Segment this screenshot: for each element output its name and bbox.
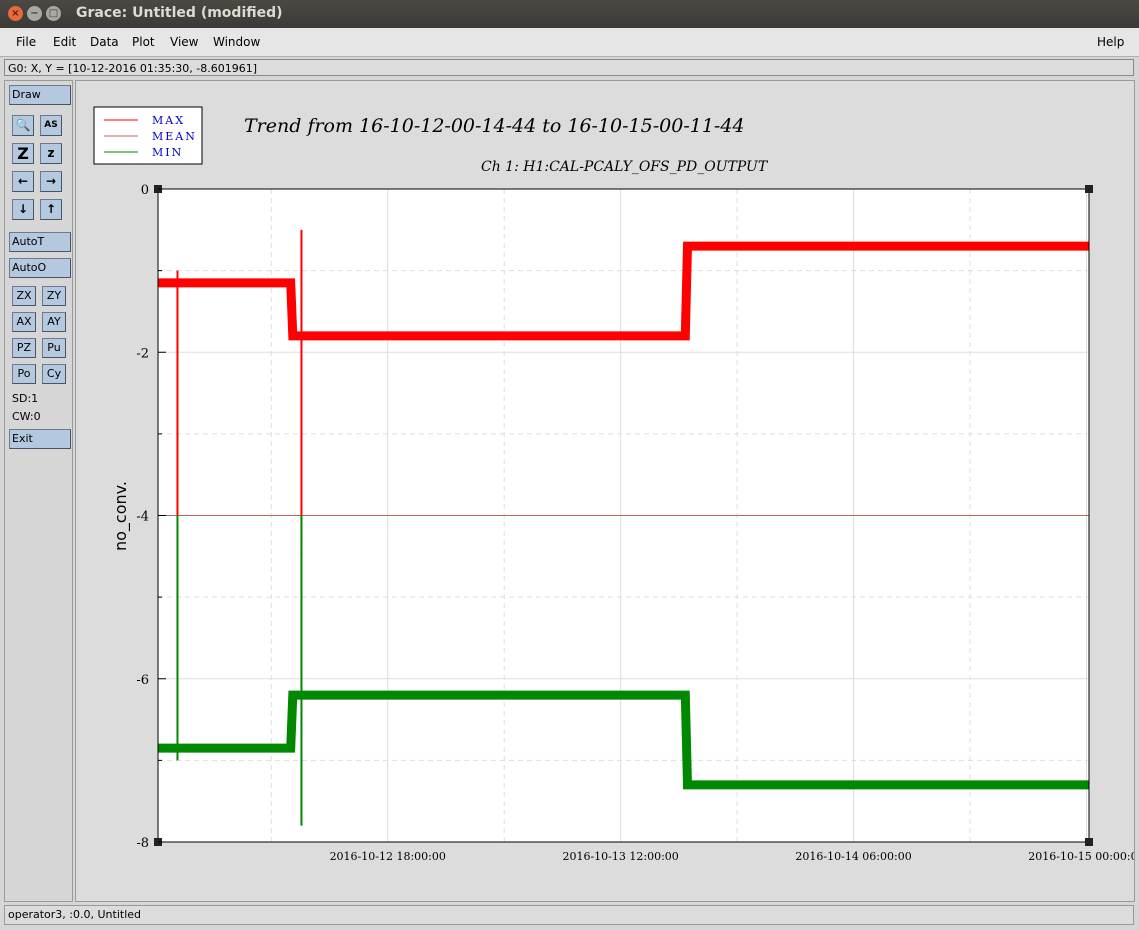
legend-label-min: MIN xyxy=(152,146,183,159)
zoom-out-icon[interactable]: z xyxy=(40,143,62,164)
autoscale-icon[interactable]: AS xyxy=(40,115,62,136)
autoo-button[interactable]: AutoO xyxy=(9,258,71,278)
ax-button[interactable]: AX xyxy=(12,312,36,332)
legend-label-max: MAX xyxy=(152,114,185,127)
menu-data[interactable]: Data xyxy=(90,35,119,49)
status-bar: operator3, :0.0, Untitled xyxy=(4,905,1134,925)
legend-label-mean: MEAN xyxy=(152,130,197,143)
zy-button[interactable]: ZY xyxy=(42,286,66,306)
autot-button[interactable]: AutoT xyxy=(9,232,71,252)
menu-view[interactable]: View xyxy=(170,35,198,49)
chart-subtitle: Ch 1: H1:CAL-PCALY_OFS_PD_OUTPUT xyxy=(481,159,769,175)
toolbox: Draw 🔍 AS Z z ← → ↓ ↑ AutoT AutoO ZX ZY … xyxy=(4,80,73,902)
menu-edit[interactable]: Edit xyxy=(53,35,76,49)
maximize-icon[interactable]: □ xyxy=(46,6,61,21)
y-tick-label: -6 xyxy=(136,673,149,688)
ay-button[interactable]: AY xyxy=(42,312,66,332)
arrow-down-icon[interactable]: ↓ xyxy=(12,199,34,220)
exit-button[interactable]: Exit xyxy=(9,429,71,449)
sd-label: SD:1 xyxy=(12,392,39,405)
x-axis-ticks: 2016-10-12 18:00:00 2016-10-13 12:00:00 20… xyxy=(330,850,1134,863)
corner-handle[interactable] xyxy=(1085,838,1093,846)
x-tick-label: 2016-10-12 18:00:00 xyxy=(330,850,446,863)
menu-window[interactable]: Window xyxy=(213,35,260,49)
y-tick-label: -2 xyxy=(136,346,149,361)
cy-button[interactable]: Cy xyxy=(42,364,66,384)
zoom-icon[interactable]: 🔍 xyxy=(12,115,34,136)
draw-button[interactable]: Draw xyxy=(9,85,71,105)
plot-canvas[interactable]: 0 -2 -4 -6 -8 2016-10-12 18:00:00 2016-10-13 … xyxy=(75,80,1135,902)
legend: MAX MEAN MIN xyxy=(93,106,203,165)
y-tick-label: -4 xyxy=(136,510,149,525)
corner-handle[interactable] xyxy=(1085,185,1093,193)
chart-title: Trend from 16-10-12-00-14-44 to 16-10-15… xyxy=(244,115,745,137)
menu-bar: File Edit Data Plot View Window Help xyxy=(0,28,1139,57)
zoom-in-icon[interactable]: Z xyxy=(12,143,34,164)
pu-button[interactable]: Pu xyxy=(42,338,66,358)
x-tick-label: 2016-10-14 06:00:00 xyxy=(795,850,911,863)
cw-label: CW:0 xyxy=(12,410,41,423)
pz-button[interactable]: PZ xyxy=(12,338,36,358)
window-titlebar: × − □ Grace: Untitled (modified) xyxy=(0,0,1139,28)
y-tick-label: -8 xyxy=(136,836,149,851)
menu-help[interactable]: Help xyxy=(1097,35,1124,49)
minimize-icon[interactable]: − xyxy=(27,6,42,21)
close-icon[interactable]: × xyxy=(8,6,23,21)
menu-file[interactable]: File xyxy=(16,35,36,49)
x-tick-label: 2016-10-13 12:00:00 xyxy=(562,850,678,863)
arrow-right-icon[interactable]: → xyxy=(40,171,62,192)
arrow-up-icon[interactable]: ↑ xyxy=(40,199,62,220)
po-button[interactable]: Po xyxy=(12,364,36,384)
menu-plot[interactable]: Plot xyxy=(132,35,155,49)
window-title: Grace: Untitled (modified) xyxy=(76,5,283,21)
trend-chart[interactable]: 0 -2 -4 -6 -8 2016-10-12 18:00:00 2016-10-13 … xyxy=(76,81,1134,901)
arrow-left-icon[interactable]: ← xyxy=(12,171,34,192)
x-tick-label: 2016-10-15 00:00:00 xyxy=(1028,850,1134,863)
y-tick-label: 0 xyxy=(141,183,149,198)
y-axis-label: no_conv. xyxy=(111,481,131,551)
zx-button[interactable]: ZX xyxy=(12,286,36,306)
locator-readout: G0: X, Y = [10-12-2016 01:35:30, -8.6019… xyxy=(4,59,1134,76)
